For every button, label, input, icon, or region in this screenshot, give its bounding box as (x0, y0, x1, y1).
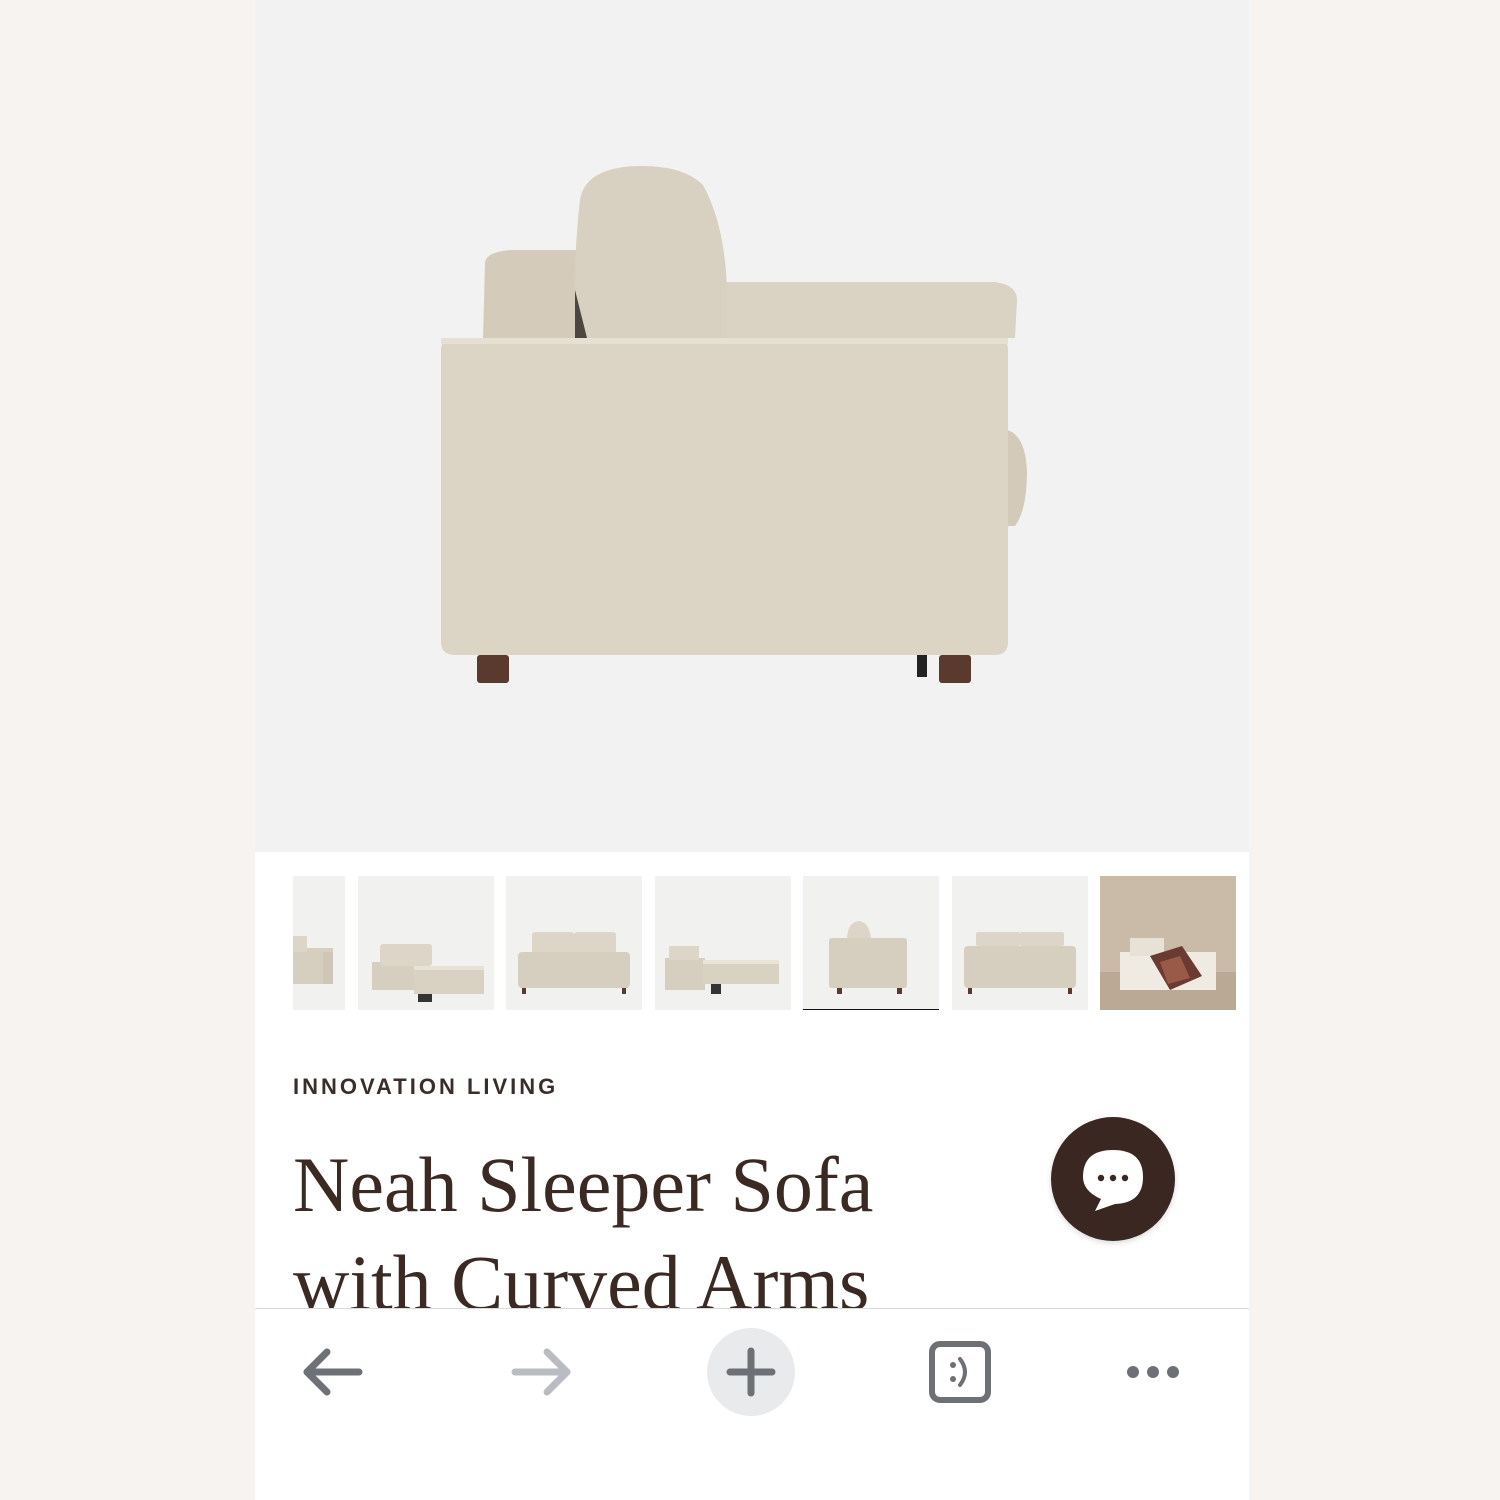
brand-label[interactable]: INNOVATION LIVING (293, 1074, 558, 1100)
active-thumbnail-indicator (803, 1009, 939, 1010)
more-icon (1127, 1366, 1179, 1378)
chat-bubble-icon (1083, 1150, 1143, 1211)
new-tab-button[interactable] (706, 1327, 796, 1417)
arrow-left-icon (303, 1348, 363, 1396)
product-title-line-1: Neah Sleeper Sofa (293, 1141, 874, 1228)
thumbnail-sofa-back[interactable] (952, 876, 1088, 1010)
product-title: Neah Sleeper Sofa with Curved Arms (293, 1136, 1053, 1332)
arrow-right-icon (511, 1348, 571, 1396)
thumbnail-sofa-bed-angle[interactable] (358, 876, 494, 1010)
thumbnail-lifestyle[interactable] (1100, 876, 1236, 1010)
back-button[interactable] (287, 1327, 377, 1417)
phone-screen: INNOVATION LIVING Neah Sleeper Sofa with… (255, 0, 1249, 1500)
thumbnail-strip (293, 876, 1249, 1012)
thumbnail-sofa-bed-open[interactable] (655, 876, 791, 1010)
sofa-side-view-illustration (441, 165, 1027, 683)
forward-button[interactable] (497, 1327, 587, 1417)
thumbnail-sofa-front[interactable] (506, 876, 642, 1010)
tabs-icon (929, 1341, 991, 1403)
more-button[interactable] (1107, 1327, 1197, 1417)
tabs-button[interactable] (915, 1327, 1005, 1417)
thumbnail-sofa-side[interactable] (803, 876, 939, 1010)
product-main-image[interactable] (255, 0, 1249, 852)
chat-button[interactable] (1051, 1117, 1175, 1241)
browser-toolbar (255, 1308, 1249, 1500)
plus-icon (707, 1328, 795, 1416)
thumbnail-partial-sofa[interactable] (293, 876, 345, 1010)
